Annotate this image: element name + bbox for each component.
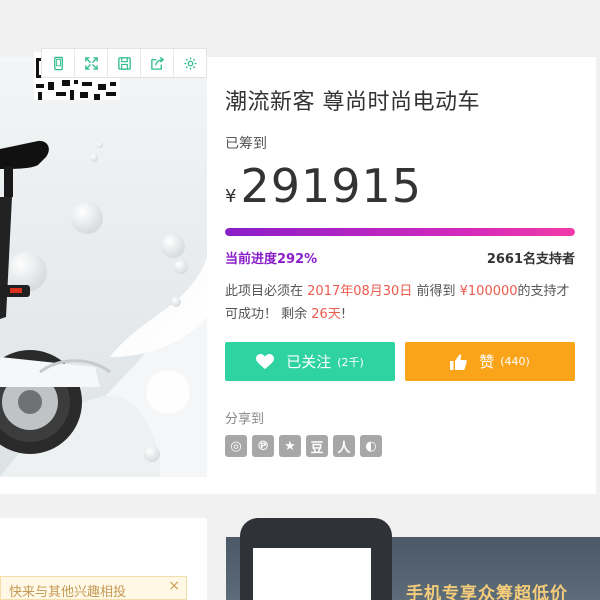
tip-text: 快来与其他兴趣相投 xyxy=(9,585,127,600)
lower-left-panel: 快来与其他兴趣相投 × xyxy=(0,518,207,600)
settings-button[interactable] xyxy=(174,49,206,77)
save-icon xyxy=(117,56,131,70)
media-toolbar xyxy=(41,48,207,78)
follow-label: 已关注 xyxy=(286,353,332,371)
like-button[interactable]: 赞 (440) xyxy=(405,342,575,381)
wechat-icon[interactable]: ◐ xyxy=(360,435,382,457)
project-info: 潮流新客 尊尚时尚电动车 已筹到 ¥ 291915 当前进度292% 2661名… xyxy=(225,57,585,494)
days-left: 26天 xyxy=(311,307,341,322)
fullscreen-button[interactable] xyxy=(75,49,108,77)
progress-row: 当前进度292% 2661名支持者 xyxy=(225,248,575,267)
desc-text: ! xyxy=(340,307,347,322)
settings-icon xyxy=(183,56,197,70)
progress-fill xyxy=(225,228,575,236)
supporter-count: 2661名支持者 xyxy=(486,252,575,267)
douban-icon[interactable]: 豆 xyxy=(306,435,328,457)
phone-icon xyxy=(53,56,63,70)
thumbs-up-icon xyxy=(450,353,467,370)
share-icons: ◎ ℗ ★ 豆 人 ◐ xyxy=(225,435,387,457)
follow-count: (2千) xyxy=(337,355,364,369)
share-out-button[interactable] xyxy=(141,49,174,77)
follow-button[interactable]: 已关注 (2千) xyxy=(225,342,395,381)
weibo-icon[interactable]: ◎ xyxy=(225,435,247,457)
like-label: 赞 xyxy=(479,353,495,371)
like-count: (440) xyxy=(500,355,530,368)
project-title: 潮流新客 尊尚时尚电动车 xyxy=(225,90,480,115)
currency-symbol: ¥ xyxy=(225,186,237,207)
banner-text: 手机专享众筹超低价 xyxy=(406,584,568,600)
progress-percent: 当前进度292% xyxy=(225,252,318,267)
save-button[interactable] xyxy=(108,49,141,77)
project-card: 潮流新客 尊尚时尚电动车 已筹到 ¥ 291915 当前进度292% 2661名… xyxy=(0,57,596,494)
fullscreen-icon xyxy=(84,56,98,70)
goal-amount: ¥100000 xyxy=(459,284,518,299)
renren-icon[interactable]: 人 xyxy=(333,435,355,457)
tip-banner: 快来与其他兴趣相投 × xyxy=(0,576,187,600)
phone-graphic xyxy=(240,518,392,600)
desc-text: 此项目必须在 xyxy=(225,284,304,299)
heart-icon xyxy=(256,353,275,369)
pinterest-icon[interactable]: ℗ xyxy=(252,435,274,457)
product-image[interactable] xyxy=(0,57,207,477)
raised-amount: ¥ 291915 xyxy=(225,159,422,213)
progress-bar xyxy=(225,228,575,236)
amount-value: 291915 xyxy=(240,159,423,213)
share-out-icon xyxy=(150,56,164,70)
funding-description: 此项目必须在 2017年08月30日 前得到 ¥100000的支持才可成功！ 剩… xyxy=(225,280,577,326)
star-icon[interactable]: ★ xyxy=(279,435,301,457)
deadline-date: 2017年08月30日 xyxy=(307,284,413,299)
scooter-illustration xyxy=(0,57,207,477)
share-label: 分享到 xyxy=(225,412,265,427)
close-icon[interactable]: × xyxy=(168,578,180,594)
phone-screen xyxy=(253,548,371,600)
raised-label: 已筹到 xyxy=(225,136,267,152)
desc-text: 前得到 xyxy=(416,284,456,299)
phone-view-button[interactable] xyxy=(42,49,75,77)
